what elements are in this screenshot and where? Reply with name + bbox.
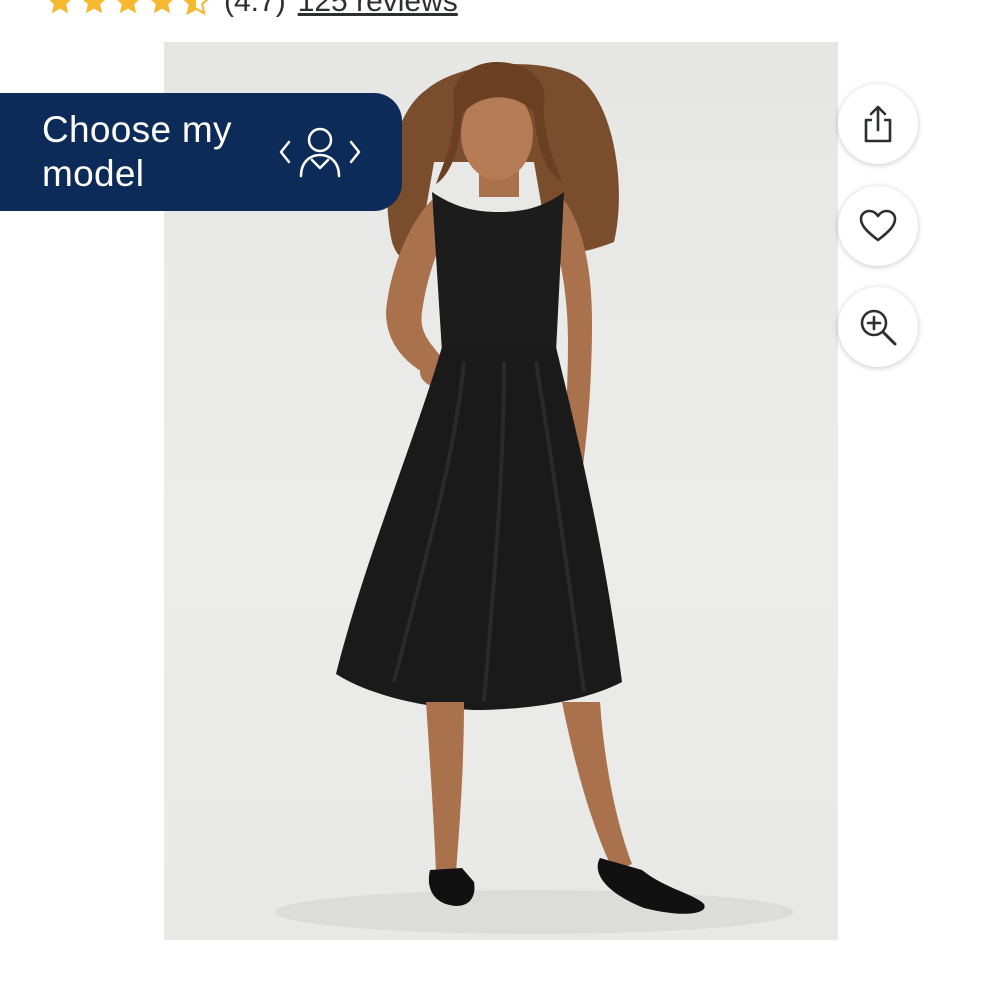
rating-row: (4.7) 125 reviews xyxy=(44,0,458,18)
zoom-button[interactable] xyxy=(838,287,918,367)
half-star-icon xyxy=(180,0,212,18)
choose-my-model-label: Choose my model xyxy=(42,109,232,194)
chevron-right-icon xyxy=(349,140,361,164)
share-icon xyxy=(864,105,892,143)
chevron-left-icon xyxy=(279,140,291,164)
rating-stars xyxy=(44,0,212,18)
star-icon xyxy=(44,0,76,18)
share-button[interactable] xyxy=(838,84,918,164)
heart-icon xyxy=(859,209,897,242)
favorite-button[interactable] xyxy=(838,186,918,266)
star-icon xyxy=(78,0,110,18)
star-icon xyxy=(146,0,178,18)
zoom-in-icon xyxy=(860,309,897,346)
reviews-link[interactable]: 125 reviews xyxy=(298,0,458,19)
person-icon xyxy=(299,127,341,178)
choose-my-model-button[interactable]: Choose my model xyxy=(0,93,402,211)
rating-value: (4.7) xyxy=(224,0,286,18)
star-icon xyxy=(112,0,144,18)
model-switcher xyxy=(278,124,362,180)
